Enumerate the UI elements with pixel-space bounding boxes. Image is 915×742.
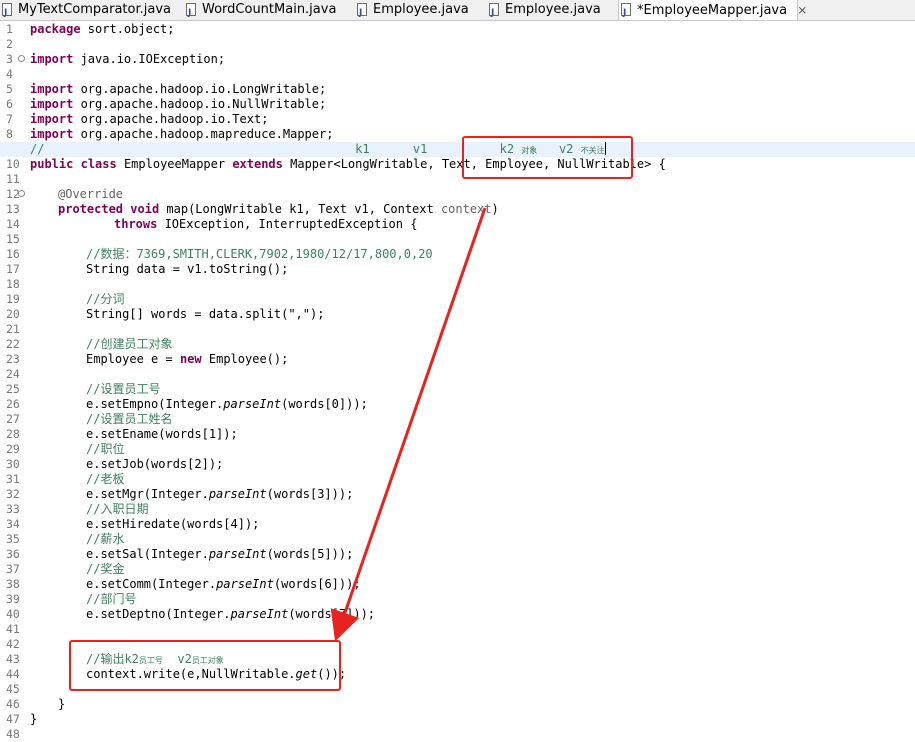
- line-number: 42: [6, 637, 20, 651]
- java-file-icon: [489, 3, 499, 23]
- code-line-19: //分词: [86, 292, 125, 306]
- code-line-12: @Override: [58, 187, 124, 201]
- line-number-row: 21: [0, 322, 28, 337]
- code-line-6: import org.apache.hadoop.io.NullWritable…: [30, 97, 327, 111]
- code-line-47: }: [30, 712, 38, 726]
- tab-employee-2[interactable]: Employee.java: [487, 0, 617, 23]
- java-file-icon: [357, 3, 367, 23]
- code-line-26: e.setEmpno(Integer.parseInt(words[0]));: [86, 397, 368, 411]
- code-line-7: import org.apache.hadoop.io.Text;: [30, 112, 269, 126]
- tab-label: Employee.java: [505, 2, 601, 17]
- line-number-row: 42: [0, 637, 28, 652]
- line-number-row: 41: [0, 622, 28, 637]
- code-line-40: e.setDeptno(Integer.parseInt(words[7]));: [86, 607, 376, 621]
- line-number: 41: [6, 622, 20, 636]
- tab-employeemapper[interactable]: *EmployeeMapper.java ⨯: [618, 0, 807, 23]
- tab-mytextcomparator[interactable]: MyTextComparator.java: [0, 0, 180, 23]
- code-line-34: e.setHiredate(words[4]);: [86, 517, 260, 531]
- line-number: 18: [6, 277, 20, 291]
- code-line-29: //职位: [86, 442, 125, 456]
- code-line-39: //部门号: [86, 592, 137, 606]
- line-number: 2: [6, 37, 13, 51]
- java-file-icon: [2, 3, 12, 23]
- code-line-23: Employee e = new Employee();: [86, 352, 289, 366]
- code-line-30: e.setJob(words[2]);: [86, 457, 224, 471]
- line-number-row: 4: [0, 67, 28, 82]
- code-line-9-current: // k1 v1 k2 对象 v2 不关注: [0, 142, 915, 157]
- close-icon[interactable]: ⨯: [797, 3, 807, 17]
- code-line-10: public class EmployeeMapper extends Mapp…: [30, 157, 666, 171]
- code-line-20: String[] words = data.split(",");: [86, 307, 325, 321]
- code-line-22: //创建员工对象: [86, 337, 173, 351]
- code-line-14: throws IOException, InterruptedException…: [114, 217, 418, 231]
- code-line-28: e.setEname(words[1]);: [86, 427, 238, 441]
- code-line-16: //数据：7369,SMITH,CLERK,7902,1980/12/17,80…: [86, 247, 433, 261]
- code-line-8: import org.apache.hadoop.mapreduce.Mappe…: [30, 127, 334, 141]
- code-line-1: package sort.object;: [30, 22, 175, 36]
- code-line-32: e.setMgr(Integer.parseInt(words[3]));: [86, 487, 354, 501]
- line-number-row: 18: [0, 277, 28, 292]
- code-editor[interactable]: 1234567891011121314151617181920212223242…: [0, 22, 915, 741]
- annotation-box-k2-v2: [462, 136, 633, 179]
- line-number: 4: [6, 67, 13, 81]
- code-line-38: e.setComm(Integer.parseInt(words[6]));: [86, 577, 361, 591]
- line-number: 45: [6, 682, 20, 696]
- tab-label: *EmployeeMapper.java: [637, 3, 788, 18]
- code-line-25: //设置员工号: [86, 382, 161, 396]
- code-line-31: //老板: [86, 472, 125, 486]
- tab-wordcountmain[interactable]: WordCountMain.java: [184, 0, 354, 23]
- code-line-13: protected void map(LongWritable k1, Text…: [58, 202, 499, 216]
- java-file-icon: [621, 3, 631, 23]
- line-number-row: 2: [0, 37, 28, 52]
- java-file-icon: [186, 3, 196, 23]
- tab-label: MyTextComparator.java: [18, 2, 171, 17]
- line-number: 48: [6, 727, 20, 741]
- tab-employee-1[interactable]: Employee.java: [355, 0, 485, 23]
- line-number: 21: [6, 322, 20, 336]
- code-line-27: //设置员工姓名: [86, 412, 173, 426]
- code-line-46: }: [58, 697, 66, 711]
- line-number: 24: [6, 367, 20, 381]
- code-line-37: //奖金: [86, 562, 125, 576]
- line-number-row: 24: [0, 367, 28, 382]
- code-line-35: //薪水: [86, 532, 125, 546]
- line-number-row: 11: [0, 172, 28, 187]
- line-number-row: 15: [0, 232, 28, 247]
- line-number: 11: [6, 172, 20, 186]
- code-line-5: import org.apache.hadoop.io.LongWritable…: [30, 82, 327, 96]
- code-line-17: String data = v1.toString();: [86, 262, 289, 276]
- editor-tab-bar: MyTextComparator.java WordCountMain.java…: [0, 0, 915, 23]
- annotation-box-context-write: [69, 640, 341, 691]
- code-line-3: import java.io.IOException;: [30, 52, 226, 66]
- line-number-row: 48: [0, 727, 28, 742]
- code-line-33: //入职日期: [86, 502, 149, 516]
- tab-label: WordCountMain.java: [202, 2, 337, 17]
- line-number: 15: [6, 232, 20, 246]
- line-number-row: 45: [0, 682, 28, 697]
- tab-label: Employee.java: [373, 2, 469, 17]
- code-line-36: e.setSal(Integer.parseInt(words[5]));: [86, 547, 354, 561]
